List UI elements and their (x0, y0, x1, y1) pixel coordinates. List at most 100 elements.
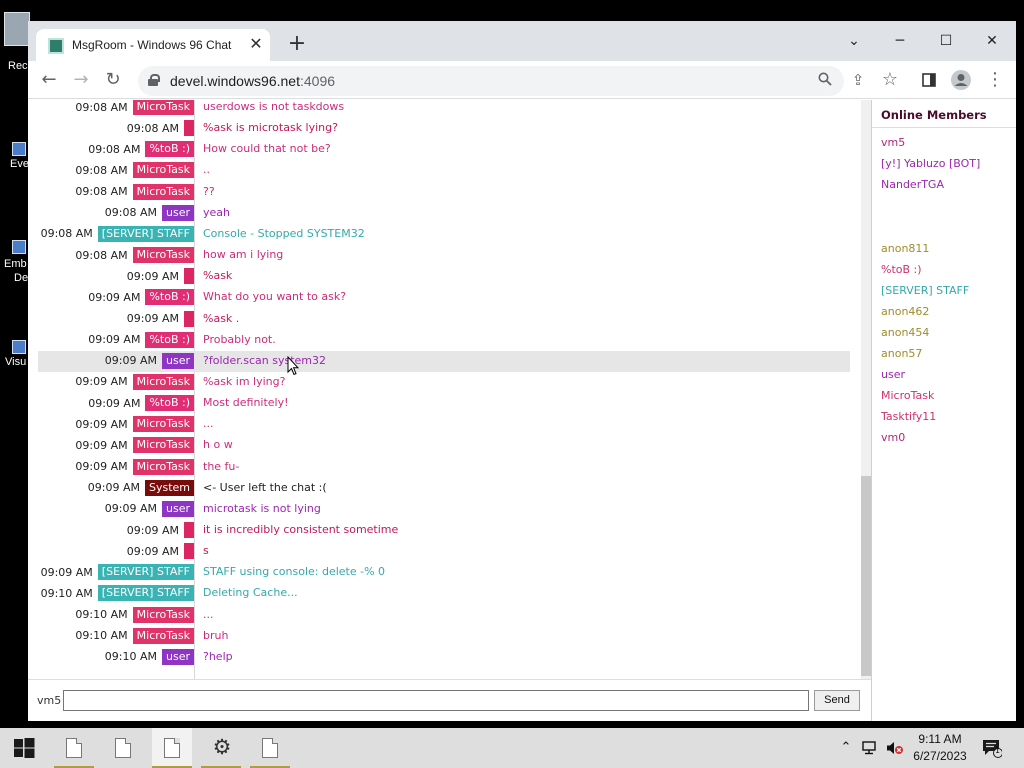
member-name[interactable]: anon462 (881, 305, 929, 318)
chat-message[interactable]: 09:08 AM MicroTask how am i lying (38, 245, 850, 266)
menu-kebab-icon[interactable]: ⋮ (980, 65, 1010, 95)
chat-message[interactable]: 09:09 AM user microtask is not lying (38, 499, 850, 520)
user-badge[interactable]: MicroTask (132, 100, 194, 115)
chat-message[interactable]: 09:08 AM MicroTask userdows is not taskdow… (38, 100, 850, 118)
user-badge[interactable]: %toB :) (145, 141, 194, 158)
member-name[interactable]: MicroTask (881, 389, 934, 402)
chat-message[interactable]: 09:09 AM System <- User left the chat :( (38, 478, 850, 499)
member-name[interactable]: vm5 (881, 136, 905, 149)
network-icon[interactable] (860, 728, 882, 768)
current-nickname[interactable]: vm5 (37, 694, 61, 707)
user-badge[interactable]: user (162, 648, 194, 665)
chat-scrollbar[interactable] (861, 100, 871, 679)
member-name[interactable]: anon811 (881, 242, 929, 255)
taskbar-clock[interactable]: 9:11 AM 6/27/2023 (900, 731, 980, 765)
chat-message[interactable]: 09:08 AM user yeah (38, 203, 850, 224)
browser-tab[interactable]: MsgRoom - Windows 96 Chat ✕ (36, 29, 270, 61)
user-badge[interactable] (184, 522, 194, 538)
bookmark-star-icon[interactable]: ☆ (875, 65, 905, 95)
taskbar-app-1[interactable] (54, 728, 94, 768)
user-badge[interactable]: MicroTask (132, 162, 194, 179)
chat-message[interactable]: 09:08 AM %toB :) How could that not be? (38, 139, 850, 160)
share-icon[interactable]: ⇪ (843, 65, 873, 95)
send-button[interactable]: Send (814, 690, 860, 711)
member-name[interactable]: user (881, 368, 905, 381)
user-badge[interactable]: %toB :) (145, 289, 194, 306)
chat-message[interactable]: 09:09 AM user ?folder.scan system32 (38, 350, 850, 372)
chat-message[interactable]: 09:08 AM MicroTask.. (38, 160, 850, 181)
user-badge[interactable]: [SERVER] STAFF (97, 585, 194, 602)
user-badge[interactable]: user (162, 500, 194, 517)
member-name[interactable]: vm0 (881, 431, 905, 444)
chat-message[interactable]: 09:09 AM %toB :) Probably not. (38, 330, 850, 351)
user-badge[interactable]: MicroTask (132, 247, 194, 264)
new-tab-icon[interactable]: + (285, 33, 309, 57)
member-name[interactable]: Tasktify11 (881, 410, 936, 423)
chat-message[interactable]: 09:08 AM %ask is microtask lying? (38, 118, 850, 139)
back-arrow-icon[interactable]: ← (34, 65, 64, 95)
user-badge[interactable]: %toB :) (145, 331, 194, 348)
reload-icon[interactable]: ↻ (98, 65, 128, 95)
desktop-icon-emb[interactable]: Emb De (0, 238, 30, 288)
show-hidden-icons-chevron-icon[interactable]: ⌃ (836, 728, 856, 768)
user-badge[interactable]: [SERVER] STAFF (97, 564, 194, 581)
chat-scrollbar-thumb[interactable] (861, 476, 871, 676)
user-badge[interactable]: [SERVER] STAFF (97, 225, 194, 242)
chat-message[interactable]: 09:08 AM MicroTask?? (38, 182, 850, 203)
notification-center-icon[interactable]: 1 (982, 738, 1003, 758)
user-badge[interactable]: MicroTask (132, 183, 194, 200)
minimize-icon[interactable]: ─ (885, 27, 915, 55)
chat-message[interactable]: 09:09 AM [SERVER] STAFF STAFF using consol… (38, 562, 850, 583)
member-name[interactable]: %toB :) (881, 263, 922, 276)
desktop-icon-visu[interactable]: Visu (0, 338, 30, 370)
user-badge[interactable]: MicroTask (132, 373, 194, 390)
user-badge[interactable]: user (162, 204, 194, 221)
user-badge[interactable] (184, 120, 194, 137)
chat-message[interactable]: 09:10 AM user ?help (38, 647, 850, 668)
taskbar-settings[interactable]: ⚙ (201, 728, 241, 768)
user-badge[interactable]: MicroTask (132, 606, 194, 623)
user-badge[interactable] (184, 543, 194, 560)
chat-message[interactable]: 09:09 AM %toB :) What do you want to ask? (38, 287, 850, 308)
chat-message[interactable]: 09:09 AM MicroTask the fu- (38, 457, 850, 478)
close-window-icon[interactable]: ✕ (977, 27, 1007, 55)
taskbar-app-3[interactable] (152, 728, 192, 768)
maximize-icon[interactable]: ☐ (931, 27, 961, 55)
chat-message[interactable]: 09:09 AM it is incredibly consistent some… (38, 520, 850, 541)
side-panel-icon[interactable] (914, 65, 944, 95)
chat-message[interactable]: 09:09 AM s (38, 541, 850, 562)
search-icon[interactable] (810, 66, 840, 96)
chat-message[interactable]: 09:10 AM [SERVER] STAFF Deleting Cache... (38, 583, 850, 604)
member-name[interactable]: [SERVER] STAFF (881, 284, 969, 297)
member-name[interactable]: anon454 (881, 326, 929, 339)
forward-arrow-icon[interactable]: → (66, 65, 96, 95)
close-tab-icon[interactable]: ✕ (246, 33, 266, 55)
user-badge[interactable] (184, 268, 194, 285)
chat-message[interactable]: 09:08 AM [SERVER] STAFF Console - Stopped … (38, 224, 850, 245)
chat-message[interactable]: 09:09 AM MicroTask h o w (38, 435, 850, 456)
taskbar-app-2[interactable] (103, 728, 143, 768)
member-name[interactable]: NanderTGA (881, 178, 944, 191)
chat-message[interactable]: 09:09 AM %ask . (38, 309, 850, 330)
chat-message[interactable]: 09:09 AM MicroTask %ask im lying? (38, 372, 850, 393)
user-badge[interactable]: user (162, 352, 194, 369)
user-badge[interactable]: MicroTask (132, 627, 194, 644)
user-badge[interactable] (184, 310, 194, 327)
user-badge[interactable]: MicroTask (132, 416, 194, 433)
member-name[interactable]: [y!] Yabluzo [BOT] (881, 157, 980, 170)
taskbar-app-5[interactable] (250, 728, 290, 768)
chat-message[interactable]: 09:09 AM %ask (38, 266, 850, 287)
desktop-icon-eve[interactable]: Eve (0, 140, 30, 172)
chat-log[interactable]: 09:08 AM MicroTask userdows is not taskdow… (28, 100, 861, 679)
windows-start-icon[interactable] (12, 736, 36, 760)
address-bar[interactable]: devel.windows96.net:4096 (138, 66, 844, 96)
member-name[interactable]: anon57 (881, 347, 922, 360)
user-badge[interactable]: MicroTask (132, 437, 194, 454)
chat-message[interactable]: 09:10 AM MicroTask bruh (38, 626, 850, 647)
chat-message[interactable]: 09:10 AM MicroTask... (38, 605, 850, 626)
chat-message[interactable]: 09:09 AM %toB :) Most definitely! (38, 393, 850, 414)
user-badge[interactable]: %toB :) (145, 395, 194, 412)
message-input[interactable] (63, 690, 809, 711)
user-badge[interactable]: MicroTask (132, 458, 194, 475)
tab-search-chevron-icon[interactable]: ⌄ (839, 27, 869, 55)
